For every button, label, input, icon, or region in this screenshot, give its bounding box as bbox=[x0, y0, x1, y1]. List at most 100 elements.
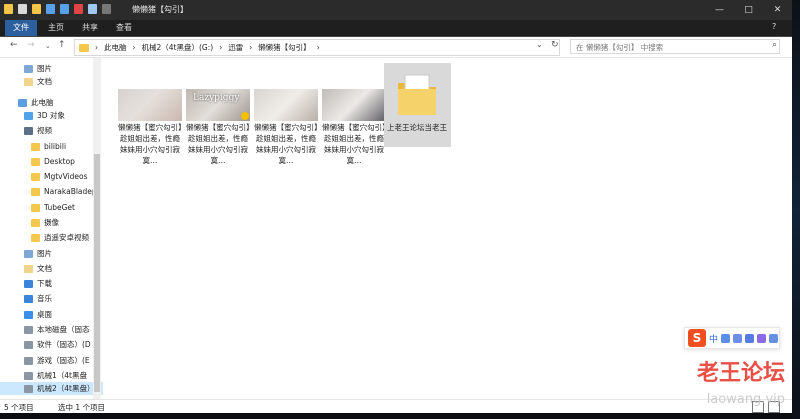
sidebar-item-xiaoyao-videos[interactable]: 逍遥安卓视频 bbox=[31, 231, 89, 244]
sidebar-item-mgtvvideos[interactable]: MgtvVideos bbox=[31, 170, 88, 183]
microphone-icon[interactable] bbox=[733, 333, 743, 343]
breadcrumb-item[interactable]: 此电脑 bbox=[104, 42, 127, 53]
sidebar-scrollbar[interactable] bbox=[93, 58, 101, 399]
watermark: 老王论坛 bbox=[696, 361, 785, 386]
recent-locations-icon[interactable]: ⌄ bbox=[45, 42, 51, 50]
sidebar-item-this-pc[interactable]: 此电脑 bbox=[18, 96, 54, 109]
sidebar-item-3d-objects[interactable]: 3D 对象 bbox=[24, 109, 65, 122]
window-title: 懒懒猪【勾引】 bbox=[132, 5, 188, 14]
forward-icon[interactable]: → bbox=[27, 40, 35, 50]
keyboard-icon[interactable] bbox=[745, 333, 755, 343]
tab-file[interactable]: 文件 bbox=[5, 20, 37, 36]
sidebar-item-bilibili[interactable]: bilibili bbox=[31, 140, 66, 153]
sidebar-item-desktop-folder[interactable]: Desktop bbox=[31, 155, 75, 168]
sidebar-item-camera[interactable]: 摄像 bbox=[31, 216, 59, 229]
file-caption: 懒懒猪【蜜穴勾引】趁姐姐出差，性瘾妹妹用小穴勾引寂寞… bbox=[186, 123, 250, 165]
video-thumbnail bbox=[254, 89, 318, 121]
ime-toolbar[interactable]: S 中 bbox=[684, 327, 780, 349]
delete-icon[interactable] bbox=[74, 4, 83, 14]
folder-icon bbox=[31, 187, 40, 196]
sidebar-item-drive-c[interactable]: 本地磁盘（固态 bbox=[24, 323, 90, 336]
sidebar-item-pictures[interactable]: 图片 bbox=[24, 62, 52, 75]
search-icon[interactable]: ⌕ bbox=[772, 40, 777, 50]
computer-icon bbox=[18, 98, 27, 107]
breadcrumb-item[interactable]: 懒懒猪【勾引】 bbox=[258, 42, 311, 53]
breadcrumb[interactable]: › 此电脑 › 机械2（4t黑盘）(G:) › 迅雷 › 懒懒猪【勾引】 › bbox=[74, 39, 560, 56]
rename-icon[interactable] bbox=[88, 4, 97, 14]
file-caption: 懒懒猪【蜜穴勾引】趁姐姐出差，性瘾妹妹用小穴勾引寂寞… bbox=[118, 123, 182, 165]
breadcrumb-separator: › bbox=[132, 43, 136, 52]
status-bar: 5 个项目 选中 1 个项目 bbox=[0, 399, 792, 413]
file-tile[interactable]: 懒懒猪【蜜穴勾引】趁姐姐出差，性瘾妹妹用小穴勾引寂寞… bbox=[321, 63, 386, 165]
sidebar-item-music[interactable]: 音乐 bbox=[24, 292, 52, 305]
sidebar-item-drive-f[interactable]: 机械1（4t黑盘 bbox=[24, 369, 87, 382]
sidebar-item-documents-2[interactable]: 文档 bbox=[24, 262, 52, 275]
sidebar-item-tubeget[interactable]: TubeGet bbox=[31, 201, 75, 214]
refresh-icon[interactable]: ↻ bbox=[551, 40, 559, 50]
breadcrumb-item[interactable]: 机械2（4t黑盘）(G:) bbox=[142, 42, 214, 53]
dropdown-icon[interactable]: ⌄ bbox=[536, 40, 543, 49]
folder-icon bbox=[398, 74, 436, 115]
new-folder-icon[interactable] bbox=[32, 4, 41, 14]
video-thumbnail: Lazypiggy bbox=[186, 89, 250, 121]
toolbox-icon[interactable] bbox=[769, 333, 779, 343]
folder-caption: 上老王论坛当老王 bbox=[387, 123, 447, 132]
tab-home[interactable]: 主页 bbox=[48, 22, 64, 33]
sidebar-item-downloads[interactable]: 下载 bbox=[24, 277, 52, 290]
tab-view[interactable]: 查看 bbox=[116, 22, 132, 33]
drive-icon bbox=[24, 384, 33, 393]
undo-icon[interactable] bbox=[46, 4, 55, 14]
customize-toolbar-icon[interactable] bbox=[102, 4, 111, 14]
help-icon[interactable]: ? bbox=[772, 22, 776, 31]
breadcrumb-separator: › bbox=[95, 43, 98, 52]
drive-icon bbox=[24, 340, 33, 349]
close-button[interactable]: ✕ bbox=[763, 0, 792, 20]
file-caption: 懒懒猪【蜜穴勾引】趁姐姐出差，性瘾妹妹用小穴勾引寂寞… bbox=[322, 123, 386, 165]
drive-icon bbox=[24, 356, 33, 365]
window-controls: — □ ✕ bbox=[705, 0, 792, 20]
search-input[interactable]: 在 懒懒猪【勾引】 中搜索 bbox=[570, 39, 780, 54]
desktop-icon bbox=[24, 310, 33, 319]
punctuation-icon[interactable] bbox=[721, 333, 731, 343]
ribbon-tabs: 文件 主页 共享 查看 ? bbox=[0, 20, 792, 37]
properties-icon[interactable] bbox=[18, 4, 27, 14]
video-thumbnail bbox=[118, 89, 182, 121]
folder-icon bbox=[31, 157, 40, 166]
folder-icon bbox=[31, 142, 40, 151]
maximize-button[interactable]: □ bbox=[734, 0, 763, 20]
folder-tile[interactable]: 上老王论坛当老王 bbox=[384, 63, 451, 147]
sidebar-item-pictures-2[interactable]: 图片 bbox=[24, 247, 52, 260]
pictures-icon bbox=[24, 249, 33, 258]
tab-share[interactable]: 共享 bbox=[82, 22, 98, 33]
skin-icon[interactable] bbox=[757, 333, 767, 343]
up-icon[interactable]: ↑ bbox=[58, 40, 66, 50]
file-tile[interactable]: Lazypiggy 懒懒猪【蜜穴勾引】趁姐姐出差，性瘾妹妹用小穴勾引寂寞… bbox=[185, 63, 250, 165]
sidebar-scrollbar-thumb[interactable] bbox=[94, 154, 100, 392]
item-count: 5 个项目 bbox=[4, 403, 34, 412]
minimize-button[interactable]: — bbox=[705, 0, 734, 20]
downloads-icon bbox=[24, 279, 33, 288]
input-mode-label[interactable]: 中 bbox=[709, 332, 718, 345]
redo-icon[interactable] bbox=[60, 4, 69, 14]
file-tile[interactable]: 懒懒猪【蜜穴勾引】趁姐姐出差，性瘾妹妹用小穴勾引寂寞… bbox=[253, 63, 318, 165]
sidebar-item-drive-d[interactable]: 软件（固态）(D bbox=[24, 338, 91, 351]
folder-icon bbox=[31, 172, 40, 181]
sidebar-item-documents[interactable]: 文档 bbox=[24, 75, 52, 88]
folder-icon[interactable] bbox=[4, 4, 13, 14]
sogou-logo[interactable]: S bbox=[688, 329, 706, 347]
file-tile[interactable]: 懒懒猪【蜜穴勾引】趁姐姐出差，性瘾妹妹用小穴勾引寂寞… bbox=[117, 63, 182, 165]
breadcrumb-separator: › bbox=[249, 43, 253, 52]
sidebar-item-desktop[interactable]: 桌面 bbox=[24, 308, 52, 321]
sidebar-item-narakabladep[interactable]: NarakaBladep bbox=[31, 185, 97, 198]
drive-icon bbox=[24, 371, 33, 380]
back-icon[interactable]: ← bbox=[10, 40, 18, 50]
folder-icon bbox=[79, 43, 89, 52]
documents-icon bbox=[24, 264, 33, 273]
breadcrumb-item[interactable]: 迅雷 bbox=[228, 42, 243, 53]
sidebar-item-drive-e[interactable]: 游戏（固态）(E bbox=[24, 354, 90, 367]
file-caption: 懒懒猪【蜜穴勾引】趁姐姐出差，性瘾妹妹用小穴勾引寂寞… bbox=[254, 123, 318, 165]
title-bar: 懒懒猪【勾引】 — □ ✕ bbox=[0, 0, 792, 20]
sidebar-item-videos[interactable]: 视频 bbox=[24, 124, 52, 137]
breadcrumb-separator: › bbox=[219, 43, 223, 52]
folder-icon bbox=[31, 203, 40, 212]
